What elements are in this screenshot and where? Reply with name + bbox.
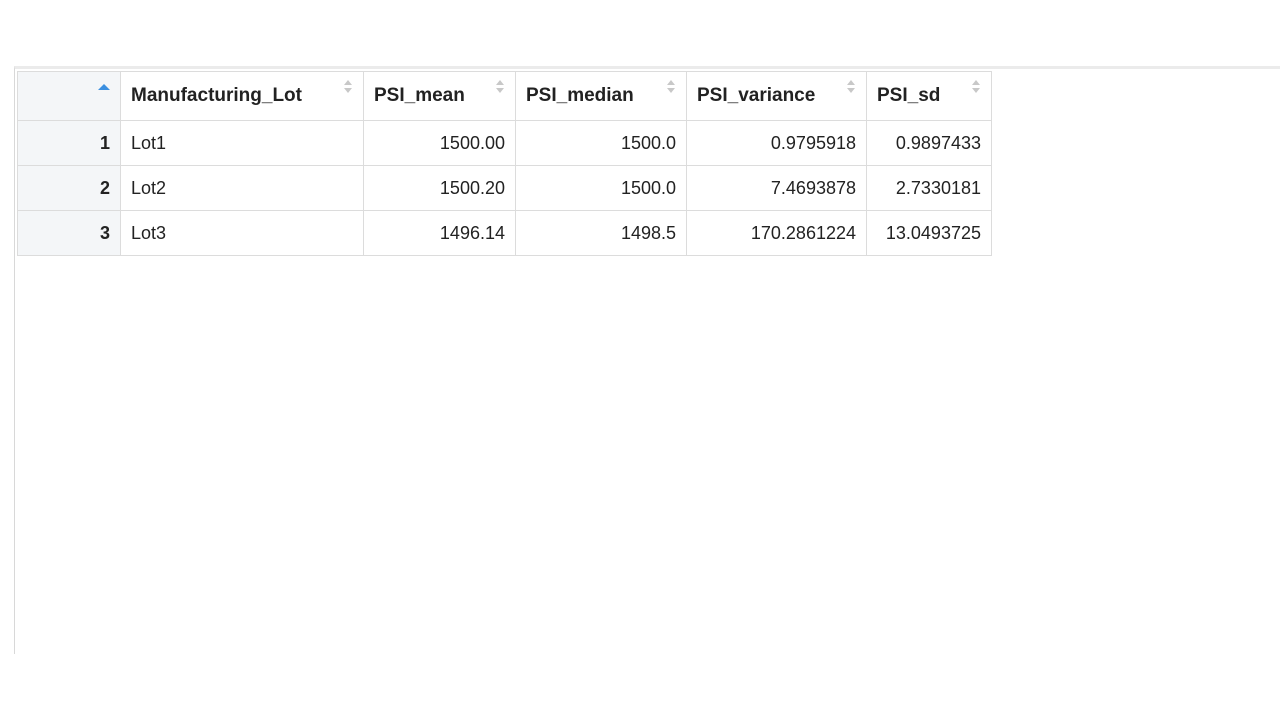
table-row[interactable]: 2 Lot2 1500.20 1500.0 7.4693878 2.733018… — [17, 165, 992, 211]
sort-ascending-icon — [98, 84, 110, 90]
data-viewer-pane: Manufacturing_Lot PSI_mean PSI_median PS… — [14, 66, 1280, 654]
table-header-row: Manufacturing_Lot PSI_mean PSI_median PS… — [17, 71, 992, 121]
cell-manufacturing-lot: Lot2 — [120, 165, 364, 211]
column-header-manufacturing-lot[interactable]: Manufacturing_Lot — [120, 71, 364, 121]
cell-psi-variance: 170.2861224 — [686, 210, 867, 256]
cell-manufacturing-lot: Lot3 — [120, 210, 364, 256]
column-header-psi-mean[interactable]: PSI_mean — [363, 71, 516, 121]
cell-psi-mean: 1500.00 — [363, 120, 516, 166]
sort-icon — [344, 80, 353, 98]
cell-psi-mean: 1500.20 — [363, 165, 516, 211]
cell-psi-sd: 13.0493725 — [866, 210, 992, 256]
column-header-psi-variance[interactable]: PSI_variance — [686, 71, 867, 121]
table-row[interactable]: 3 Lot3 1496.14 1498.5 170.2861224 13.049… — [17, 210, 992, 256]
column-header-psi-sd[interactable]: PSI_sd — [866, 71, 992, 121]
sort-icon — [972, 80, 981, 98]
sort-icon — [496, 80, 505, 98]
column-header-label: PSI_variance — [697, 85, 816, 106]
cell-psi-median: 1500.0 — [515, 120, 687, 166]
sort-icon — [847, 80, 856, 98]
row-index-header[interactable] — [17, 71, 121, 121]
cell-psi-sd: 0.9897433 — [866, 120, 992, 166]
row-number: 3 — [17, 210, 121, 256]
cell-manufacturing-lot: Lot1 — [120, 120, 364, 166]
column-header-psi-median[interactable]: PSI_median — [515, 71, 687, 121]
cell-psi-variance: 0.9795918 — [686, 120, 867, 166]
data-table: Manufacturing_Lot PSI_mean PSI_median PS… — [17, 71, 992, 256]
cell-psi-median: 1500.0 — [515, 165, 687, 211]
cell-psi-variance: 7.4693878 — [686, 165, 867, 211]
cell-psi-sd: 2.7330181 — [866, 165, 992, 211]
column-header-label: Manufacturing_Lot — [131, 85, 302, 106]
row-number: 2 — [17, 165, 121, 211]
row-number: 1 — [17, 120, 121, 166]
column-header-label: PSI_mean — [374, 85, 465, 106]
table-row[interactable]: 1 Lot1 1500.00 1500.0 0.9795918 0.989743… — [17, 120, 992, 166]
column-header-label: PSI_sd — [877, 85, 941, 106]
cell-psi-mean: 1496.14 — [363, 210, 516, 256]
cell-psi-median: 1498.5 — [515, 210, 687, 256]
sort-icon — [667, 80, 676, 98]
column-header-label: PSI_median — [526, 85, 634, 106]
